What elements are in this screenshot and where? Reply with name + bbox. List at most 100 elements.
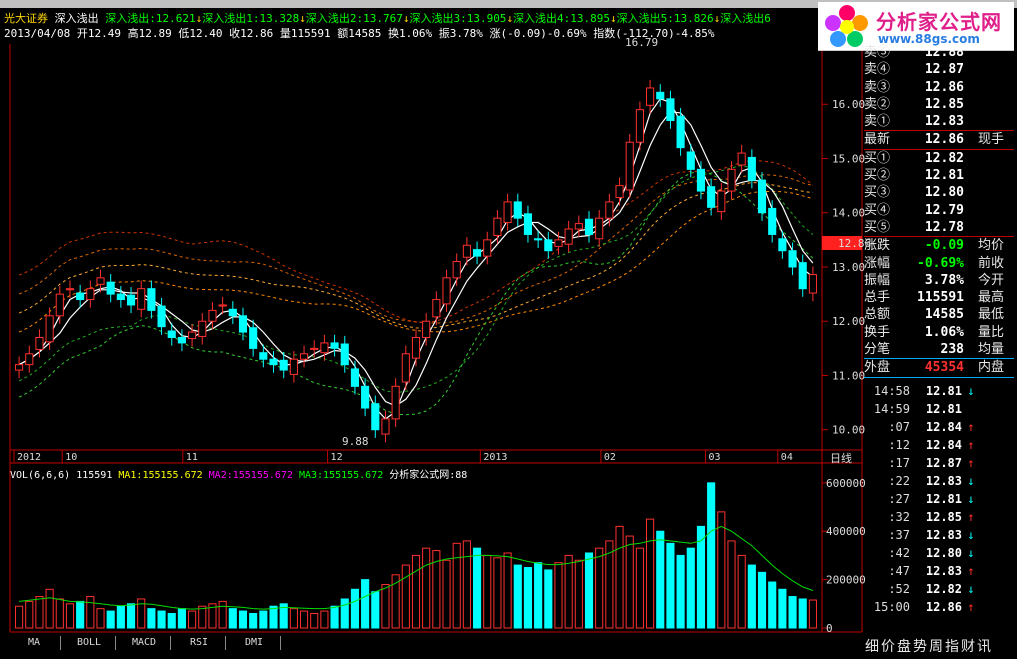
ma-trend-arrow: ↓ xyxy=(610,12,617,25)
date: 2013/04/08 xyxy=(4,27,71,40)
candle-body xyxy=(289,358,298,375)
candle-body xyxy=(513,201,522,219)
tick-row: :32 12.85 ↑ xyxy=(864,508,1014,526)
volume-tick-label: 200000 xyxy=(826,574,866,587)
price-tick-label: 12.00 xyxy=(832,315,865,328)
volume-bar xyxy=(86,596,95,629)
quote-right-label xyxy=(978,96,1014,113)
tab-ma[interactable]: MA xyxy=(8,636,61,650)
candle-body xyxy=(86,288,95,301)
tick-time: 15:00 xyxy=(873,599,910,614)
ma-band-line xyxy=(18,98,814,420)
volume-bar xyxy=(157,610,166,629)
buy-level: 买⑤ 12.78 xyxy=(864,219,1014,236)
tick-arrow-icon: ↑ xyxy=(967,437,975,452)
candle-body xyxy=(65,288,75,291)
candle-body xyxy=(116,293,125,301)
quote-right-label: 最高 xyxy=(977,290,1004,306)
quote-value: 12.87 xyxy=(924,62,964,78)
volume-bar xyxy=(534,562,543,629)
tick-price: 12.85 xyxy=(925,509,962,524)
tick-time: :27 xyxy=(888,491,910,506)
tick-row: :12 12.84 ↑ xyxy=(864,436,1014,454)
candle-body xyxy=(574,223,583,230)
quote-value: 115591 xyxy=(917,290,964,306)
ma-bands xyxy=(18,98,814,420)
tick-price: 12.80 xyxy=(925,545,962,560)
turnover: 换1.06% xyxy=(387,27,433,40)
tab-boll[interactable]: BOLL xyxy=(63,636,116,650)
volume: 量115591 xyxy=(279,27,331,40)
quote-label: 振幅 xyxy=(864,272,891,288)
candle-body xyxy=(503,201,512,224)
tick-time: :32 xyxy=(888,509,910,524)
bottom-link-bar[interactable]: 细价盘势周指财讯 xyxy=(865,636,993,656)
quote-stat-row: 换手 1.06% 量比 xyxy=(864,324,1014,341)
date-tick-label: 12 xyxy=(331,452,343,463)
quote-value: 12.79 xyxy=(924,202,964,218)
tab-macd[interactable]: MACD xyxy=(118,636,171,650)
tab-rsi[interactable]: RSI xyxy=(173,636,226,650)
tick-arrow-icon: ↓ xyxy=(967,491,975,506)
quote-value: 12.80 xyxy=(924,185,964,201)
quote-value: 12.86 xyxy=(924,132,964,148)
quote-value: 14585 xyxy=(924,307,964,323)
volume-bar xyxy=(116,605,125,629)
tick-arrow-icon: ↓ xyxy=(967,581,975,596)
tick-row: 14:59 12.81 xyxy=(864,400,1014,418)
tick-row: :42 12.80 ↓ xyxy=(864,544,1014,562)
candle-body xyxy=(55,293,64,317)
tick-price: 12.83 xyxy=(925,473,962,488)
volume-bar xyxy=(188,610,197,629)
volume-bar xyxy=(757,571,767,629)
volume-legend-item: 分析家公式网:88 xyxy=(389,470,468,481)
tick-time: :52 xyxy=(888,581,910,596)
volume-bar xyxy=(595,547,604,629)
period-label[interactable]: 日线 xyxy=(830,451,852,465)
ma-legend-item: 深入浅出:12.621 xyxy=(105,12,196,25)
candle-body xyxy=(208,309,217,322)
candle-body xyxy=(656,91,665,100)
quote-value: -0.09 xyxy=(924,238,964,254)
broker-name: 光大证券 xyxy=(4,12,48,25)
date-tick-label: 02 xyxy=(604,452,616,463)
tick-arrow-icon: ↑ xyxy=(967,599,975,614)
volume-bar xyxy=(442,559,451,629)
volume-bar xyxy=(574,559,583,629)
candle-body xyxy=(137,288,146,310)
volume-bar xyxy=(503,552,512,629)
candle-body xyxy=(727,168,736,192)
tick-price: 12.82 xyxy=(925,581,962,596)
ma-legend-item: 深入浅出3:13.905 xyxy=(409,12,507,25)
candle-body xyxy=(686,151,695,170)
flower-logo-icon xyxy=(825,5,868,47)
volume-bar xyxy=(483,554,492,629)
candle-body xyxy=(106,281,115,295)
tick-time: :22 xyxy=(888,473,910,488)
tick-arrow-icon: ↓ xyxy=(967,527,975,542)
quote-value: 12.82 xyxy=(924,150,964,166)
quote-label: 总手 xyxy=(864,290,891,306)
quote-label: 买⑤ xyxy=(864,219,891,235)
tab-dmi[interactable]: DMI xyxy=(228,636,281,650)
sell-level: 卖① 12.83 xyxy=(864,113,1014,130)
volume-bar xyxy=(656,530,665,629)
candle-body xyxy=(523,213,533,235)
quote-label: 涨幅 xyxy=(864,255,891,271)
candle-body xyxy=(564,228,573,245)
volume-bar xyxy=(635,547,644,629)
volume-bar xyxy=(808,599,817,629)
quote-value: 45354 xyxy=(924,360,964,376)
volume-legend: VOL(6,6,6) 115591 MA1:155155.672 MA2:15515… xyxy=(10,466,473,481)
volume-bar xyxy=(615,525,624,629)
candle-body xyxy=(361,385,370,409)
candle-body xyxy=(157,305,166,328)
candle-body xyxy=(45,315,54,343)
price-tick-label: 11.00 xyxy=(832,369,865,382)
candle-body xyxy=(422,320,431,339)
volume-bar xyxy=(727,540,736,629)
quote-right-label xyxy=(978,150,1014,167)
candle-body xyxy=(737,152,746,166)
price-tick-label: 10.00 xyxy=(832,424,865,437)
volume-bar xyxy=(76,600,85,629)
